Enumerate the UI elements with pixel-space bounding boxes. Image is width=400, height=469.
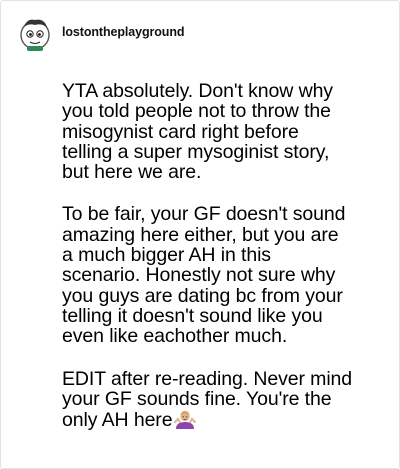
post-paragraph-3-text: EDIT after re-reading. Never mind your G…: [62, 367, 353, 432]
post-paragraph-2: To be fair, your GF doesn't sound amazin…: [62, 203, 346, 348]
post-header: lostontheplayground: [18, 15, 185, 51]
post-card: lostontheplayground YTA absolutely. Don'…: [0, 0, 400, 469]
person-shrugging-icon: [174, 411, 197, 430]
username-link[interactable]: lostontheplayground: [62, 25, 185, 39]
post-paragraph-3: EDIT after re-reading. Never mind your G…: [62, 367, 372, 432]
avatar[interactable]: [18, 15, 52, 51]
post-body: YTA absolutely. Don't know why you told …: [62, 81, 372, 431]
post-paragraph-1: YTA absolutely. Don't know why you told …: [62, 80, 333, 184]
